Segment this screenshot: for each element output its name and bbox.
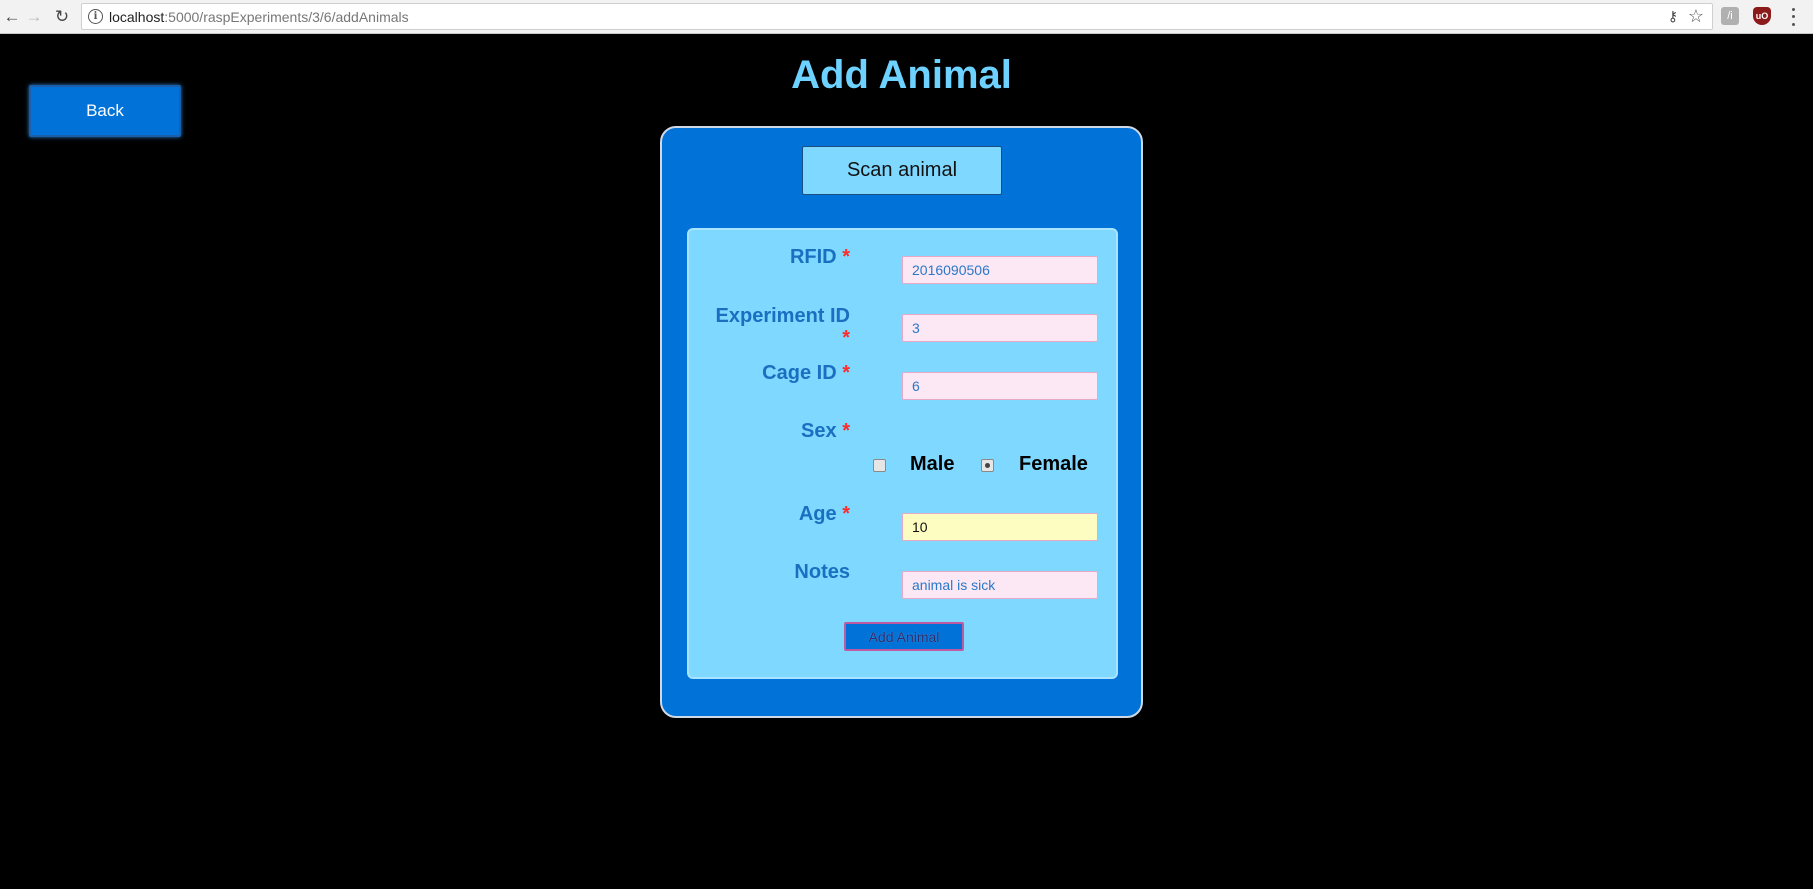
sex-label: Sex * <box>801 420 850 442</box>
extension-icon[interactable]: /i <box>1721 7 1739 25</box>
address-bar[interactable]: i localhost:5000/raspExperiments/3/6/add… <box>81 3 1713 30</box>
female-radio[interactable] <box>981 459 994 472</box>
cage-id-input[interactable]: 6 <box>902 372 1098 400</box>
rfid-label: RFID * <box>789 246 850 268</box>
required-marker: * <box>842 327 850 349</box>
cage-id-label: Cage ID * <box>762 362 850 384</box>
url-text[interactable]: localhost:5000/raspExperiments/3/6/addAn… <box>109 9 409 25</box>
ublock-icon[interactable]: uO <box>1753 7 1771 25</box>
forward-arrow-icon[interactable]: → <box>22 5 46 29</box>
bookmark-star-icon[interactable]: ☆ <box>1688 6 1704 27</box>
page-body: Back Add Animal Scan animal RFID * 20160… <box>0 35 1813 889</box>
male-radio[interactable] <box>873 459 886 472</box>
back-arrow-icon[interactable]: ← <box>0 5 24 29</box>
notes-label: Notes <box>794 561 850 583</box>
age-label: Age * <box>798 503 850 525</box>
browser-toolbar: ← → ↻ i localhost:5000/raspExperiments/3… <box>0 0 1813 34</box>
female-label: Female <box>1019 453 1088 475</box>
required-marker: * <box>842 246 850 268</box>
rfid-input[interactable]: 2016090506 <box>902 256 1098 284</box>
scan-animal-button[interactable]: Scan animal <box>802 146 1002 195</box>
required-marker: * <box>842 420 850 442</box>
experiment-id-input[interactable]: 3 <box>902 314 1098 342</box>
experiment-id-label: Experiment ID * <box>715 305 850 349</box>
required-marker: * <box>842 503 850 525</box>
url-path: :5000/raspExperiments/3/6/addAnimals <box>164 9 409 25</box>
required-marker: * <box>842 362 850 384</box>
info-icon[interactable]: i <box>88 9 103 24</box>
browser-menu-icon[interactable] <box>1788 6 1798 28</box>
page-title: Add Animal <box>791 53 1012 97</box>
key-icon[interactable]: ⚷ <box>1668 8 1678 25</box>
reload-icon[interactable]: ↻ <box>50 5 74 29</box>
url-host: localhost <box>109 9 165 25</box>
add-animal-form: RFID * 2016090506 Experiment ID * 3 Cage … <box>687 228 1118 679</box>
male-label: Male <box>910 453 955 475</box>
age-input[interactable]: 10 <box>902 513 1098 541</box>
add-animal-button[interactable]: Add Animal <box>844 622 964 651</box>
notes-input[interactable]: animal is sick <box>902 571 1098 599</box>
add-animal-card: Scan animal RFID * 2016090506 Experiment… <box>660 126 1143 718</box>
